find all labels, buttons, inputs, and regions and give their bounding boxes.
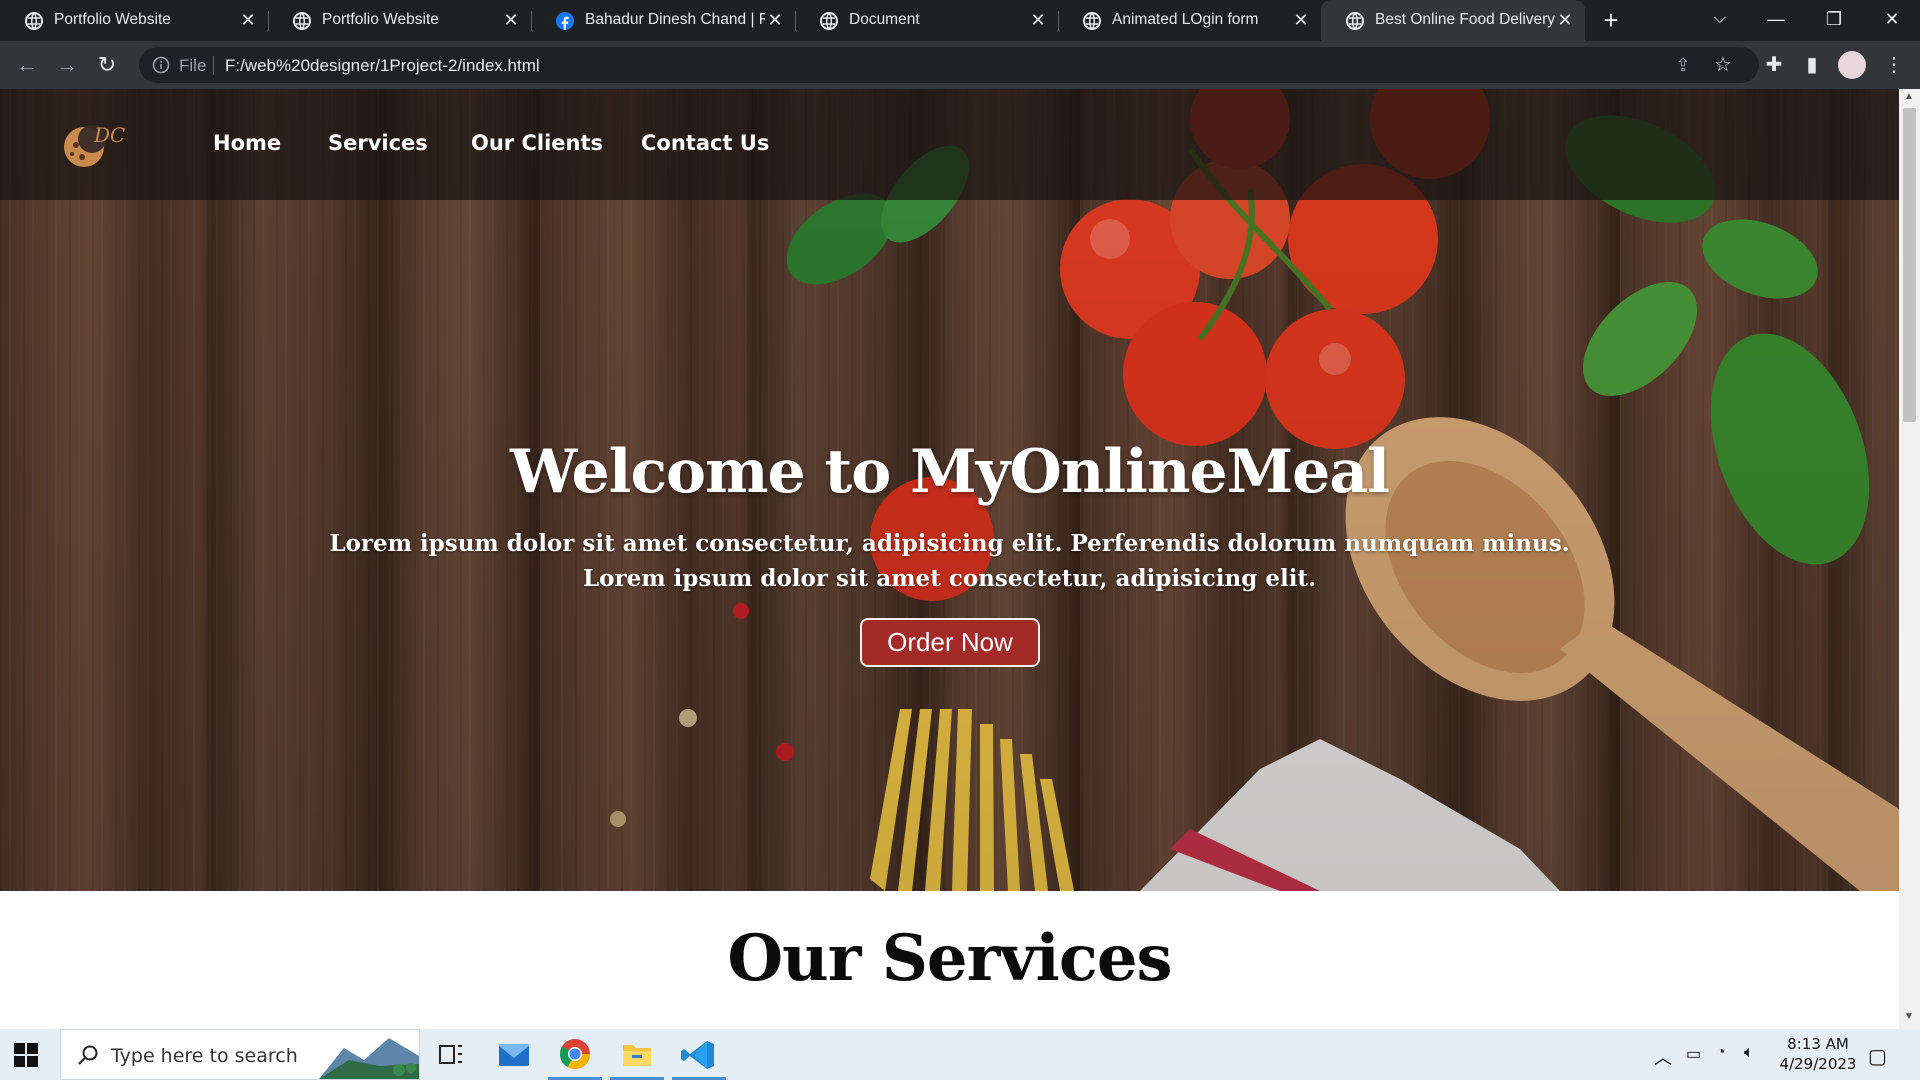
- extensions-puzzle-icon[interactable]: ✚: [1760, 51, 1788, 79]
- nav-link-home[interactable]: Home: [213, 131, 281, 155]
- order-now-button[interactable]: Order Now: [860, 618, 1040, 667]
- tab-title: Animated LOgin form: [1112, 11, 1259, 28]
- hero-subtitle-line-1: Lorem ipsum dolor sit amet consectetur, …: [329, 530, 1570, 557]
- search-highlight-image: [319, 1038, 419, 1079]
- browser-tab[interactable]: Portfolio Website ✕: [268, 0, 532, 41]
- page-scrollbar[interactable]: ▲ ▼: [1899, 89, 1920, 1029]
- nav-link-contact-us[interactable]: Contact Us: [641, 131, 769, 155]
- tab-title: Portfolio Website: [54, 11, 171, 28]
- close-tab-icon[interactable]: ✕: [238, 10, 258, 30]
- wifi-icon[interactable]: ◔: [1716, 1044, 1726, 1062]
- chrome-icon[interactable]: [546, 1029, 604, 1080]
- clock-time: 8:13 AM: [1787, 1035, 1849, 1053]
- restore-window-icon[interactable]: ❐: [1806, 0, 1862, 41]
- file-explorer-icon[interactable]: [608, 1029, 666, 1080]
- browser-tab[interactable]: Document ✕: [795, 0, 1059, 41]
- close-tab-icon[interactable]: ✕: [501, 10, 521, 30]
- hero-title: Welcome to MyOnlineMeal: [510, 437, 1390, 507]
- browser-tab[interactable]: Bahadur Dinesh Chand | Fac ✕: [531, 0, 796, 41]
- address-divider: [213, 56, 214, 75]
- vscode-icon[interactable]: [670, 1029, 728, 1080]
- address-bar[interactable]: File F:/web%20designer/1Project-2/index.…: [139, 47, 1759, 83]
- scheme-label: File: [179, 56, 207, 75]
- system-clock[interactable]: 8:13 AM 4/29/2023: [1773, 1034, 1863, 1074]
- close-window-icon[interactable]: ✕: [1864, 0, 1920, 41]
- globe-icon: [820, 12, 838, 30]
- windows-start-icon[interactable]: [14, 1043, 38, 1067]
- forward-arrow-icon[interactable]: →: [53, 51, 81, 79]
- side-panel-icon[interactable]: ▮: [1798, 51, 1826, 79]
- battery-icon[interactable]: ▭: [1686, 1044, 1701, 1064]
- task-view-icon[interactable]: [422, 1029, 480, 1080]
- info-icon[interactable]: [151, 55, 171, 75]
- windows-taskbar: Type here to search ︿ ▭ ◔ 🔈︎ 8:13 AM 4/2…: [0, 1029, 1920, 1080]
- site-logo-text: DC: [94, 123, 126, 147]
- address-url[interactable]: F:/web%20designer/1Project-2/index.html: [225, 56, 540, 76]
- tab-title: Document: [849, 11, 920, 28]
- share-icon[interactable]: ⇪: [1669, 51, 1697, 79]
- facebook-icon: [556, 12, 574, 30]
- hero-subtitle-line-2: Lorem ipsum dolor sit amet consectetur, …: [582, 565, 1317, 592]
- tab-title: Best Online Food Delivery S: [1375, 11, 1555, 28]
- browser-tab-active[interactable]: Best Online Food Delivery S ✕: [1321, 0, 1585, 41]
- browser-tab[interactable]: Animated LOgin form ✕: [1058, 0, 1321, 41]
- volume-icon[interactable]: 🔈︎: [1744, 1044, 1754, 1062]
- back-arrow-icon[interactable]: ←: [13, 51, 41, 79]
- reload-icon[interactable]: ↻: [93, 51, 121, 79]
- scrollbar-thumb[interactable]: [1903, 108, 1916, 422]
- services-heading: Our Services: [727, 921, 1172, 996]
- search-placeholder: Type here to search: [111, 1045, 298, 1067]
- close-tab-icon[interactable]: ✕: [1028, 10, 1048, 30]
- new-tab-button[interactable]: +: [1598, 7, 1624, 34]
- minimize-window-icon[interactable]: ―: [1748, 0, 1804, 41]
- close-tab-icon[interactable]: ✕: [1291, 10, 1311, 30]
- taskbar-search-box[interactable]: Type here to search: [60, 1029, 420, 1080]
- notifications-icon[interactable]: ▢: [1868, 1044, 1887, 1069]
- close-tab-icon[interactable]: ✕: [1555, 10, 1575, 30]
- close-tab-icon[interactable]: ✕: [765, 10, 785, 30]
- hero-section: DC Home Services Our Clients Contact Us …: [0, 89, 1899, 891]
- browser-tab[interactable]: Portfolio Website ✕: [0, 0, 269, 41]
- bookmark-star-icon[interactable]: ☆: [1709, 51, 1737, 79]
- globe-icon: [293, 12, 311, 30]
- globe-icon: [25, 12, 43, 30]
- clock-date: 4/29/2023: [1779, 1055, 1857, 1073]
- nav-link-our-clients[interactable]: Our Clients: [471, 131, 603, 155]
- nav-link-services[interactable]: Services: [328, 131, 428, 155]
- tab-title: Portfolio Website: [322, 11, 439, 28]
- browser-toolbar: ← → ↻ File F:/web%20designer/1Project-2/…: [0, 41, 1920, 89]
- tab-title: Bahadur Dinesh Chand | Fac: [585, 11, 765, 28]
- browser-tab-strip: Portfolio Website ✕ Portfolio Website ✕ …: [0, 0, 1920, 41]
- tab-search-chevron-icon[interactable]: ⌵: [1692, 0, 1748, 41]
- site-navbar: DC Home Services Our Clients Contact Us: [0, 89, 1899, 200]
- globe-icon: [1083, 12, 1101, 30]
- scroll-up-arrow-icon[interactable]: ▲: [1904, 91, 1914, 102]
- globe-icon: [1346, 12, 1364, 30]
- profile-avatar[interactable]: [1838, 51, 1866, 79]
- mail-icon[interactable]: [485, 1029, 543, 1080]
- page-viewport: DC Home Services Our Clients Contact Us …: [0, 89, 1920, 1029]
- scroll-down-arrow-icon[interactable]: ▼: [1904, 1011, 1914, 1022]
- browser-menu-icon[interactable]: ⋮: [1880, 51, 1908, 79]
- search-icon: [78, 1045, 98, 1065]
- show-hidden-icons-chevron[interactable]: ︿: [1654, 1044, 1672, 1070]
